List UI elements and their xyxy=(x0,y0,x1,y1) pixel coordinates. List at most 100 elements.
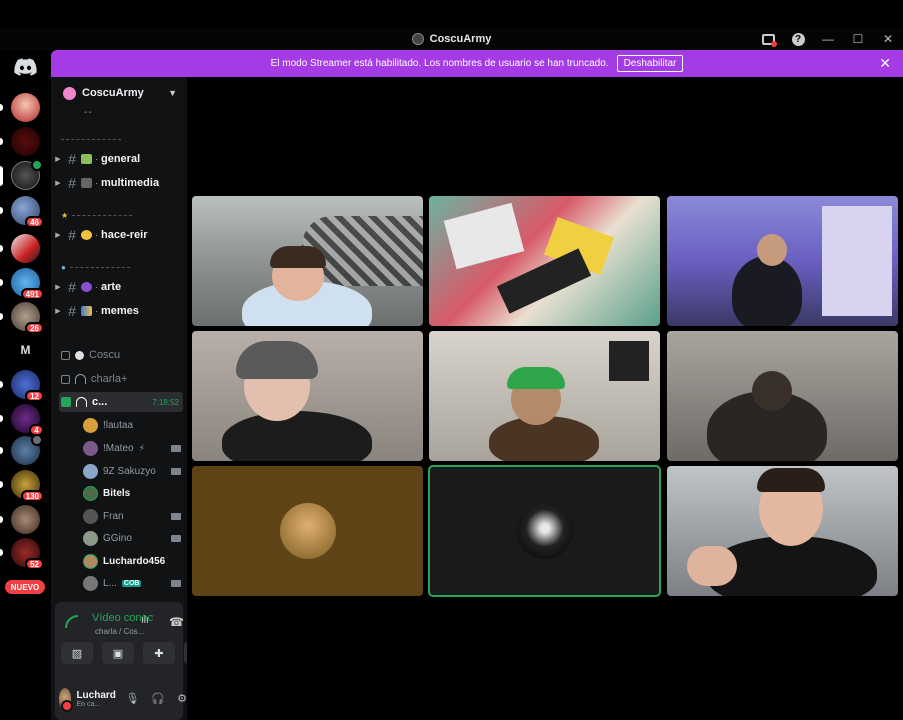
voice-member[interactable]: Bitels xyxy=(83,483,181,503)
camera-icon xyxy=(171,444,181,452)
member-name: !lautaa xyxy=(103,419,134,431)
server-letter-m[interactable]: M xyxy=(11,335,40,364)
video-tile-3[interactable] xyxy=(667,196,898,326)
microphone-icon[interactable]: 🎙 xyxy=(125,692,139,705)
voice-channel-charla[interactable]: charla+ xyxy=(61,369,181,389)
screen-share-button[interactable]: ▣ xyxy=(102,642,134,664)
category-hidden-3[interactable]: ● xyxy=(61,262,130,272)
channel-name: multimedia xyxy=(101,177,160,189)
maximize-button[interactable]: ☐ xyxy=(843,28,873,50)
channel-memes[interactable]: ▶ # · memes xyxy=(51,300,187,322)
server-header[interactable]: CoscuArmy ▼ xyxy=(51,77,187,109)
server-avatar-10[interactable]: 4 xyxy=(0,404,44,436)
unread-badge: 46 xyxy=(25,216,44,228)
camera-icon xyxy=(171,512,181,520)
disconnect-icon[interactable]: ☎ xyxy=(169,615,184,629)
server-avatar-7[interactable]: 26 xyxy=(0,302,44,334)
star-icon: ★ xyxy=(61,210,69,220)
user-name: Luchardo456 xyxy=(76,689,116,701)
video-tile-7-no-camera[interactable] xyxy=(192,466,423,596)
headphones-icon[interactable]: 🎧 xyxy=(151,692,165,705)
text-channel-icon: # xyxy=(68,175,76,191)
user-info[interactable]: Luchardo456 En ca... xyxy=(76,690,116,708)
participant-head xyxy=(757,234,787,266)
server-avatar-14[interactable]: 52 xyxy=(0,538,44,570)
member-name: 9Z Sakuzyo xyxy=(103,465,156,477)
help-icon: ? xyxy=(791,32,805,46)
avatar xyxy=(83,463,98,479)
user-avatar[interactable] xyxy=(59,687,74,712)
participant-avatar xyxy=(516,503,573,559)
category-hidden-2[interactable]: ★ xyxy=(61,210,133,220)
signal-icon[interactable] xyxy=(65,615,78,628)
voice-channel-name: c... xyxy=(92,396,108,408)
voice-member[interactable]: !lautaa xyxy=(83,415,181,435)
activities-button[interactable]: ✚ xyxy=(143,642,175,664)
server-avatar-13[interactable] xyxy=(0,505,40,534)
activities-icon: ✚ xyxy=(154,647,164,660)
voice-channel-coscu[interactable]: Coscu xyxy=(61,345,181,365)
server-avatar-2[interactable] xyxy=(0,127,40,156)
channel-hace-reir[interactable]: ▶ # · hace-reir xyxy=(51,224,187,246)
member-name: L... xyxy=(103,577,117,589)
avatar xyxy=(83,440,98,456)
video-tile-2[interactable] xyxy=(429,196,660,326)
participant-hand xyxy=(687,546,737,586)
channel-emoji-icon xyxy=(81,154,92,164)
server-name: CoscuArmy xyxy=(82,87,144,99)
channel-name: general xyxy=(101,153,141,165)
help-button[interactable]: ? xyxy=(783,28,813,50)
discord-home-icon[interactable] xyxy=(14,58,37,76)
server-avatar-12[interactable]: 130 xyxy=(0,470,44,502)
channel-arrow-icon: ▶ xyxy=(55,156,61,163)
channel-multimedia[interactable]: ▶ # · multimedia xyxy=(51,172,187,194)
video-grid xyxy=(187,77,903,720)
close-window-button[interactable]: ✕ xyxy=(873,28,903,50)
window-title-text: CoscuArmy xyxy=(429,33,492,45)
voice-member[interactable]: 9Z Sakuzyo xyxy=(83,461,181,481)
voice-member[interactable]: Luchardo456 xyxy=(83,551,181,571)
avatar xyxy=(83,530,98,546)
server-avatar-5[interactable] xyxy=(0,234,40,263)
channel-name: hace-reir xyxy=(101,229,148,241)
minimize-button[interactable]: — xyxy=(813,28,843,50)
noise-suppression-icon[interactable]: ılı xyxy=(141,615,149,626)
voice-channel-active[interactable]: c... 7:18:52 xyxy=(59,392,183,412)
server-avatar-6[interactable]: 491 xyxy=(0,268,44,300)
camera-off-button[interactable]: ▨ xyxy=(61,642,93,664)
video-tile-8-speaking[interactable] xyxy=(428,465,661,597)
channel-arte[interactable]: ▶ # · arte xyxy=(51,276,187,298)
server-avatar-11[interactable] xyxy=(0,434,43,465)
voice-member[interactable]: !Mateo ⚡ xyxy=(83,438,181,458)
server-mini-icon xyxy=(411,33,424,45)
lock-icon xyxy=(61,350,70,360)
voice-channel-path[interactable]: charla / Cos... xyxy=(95,627,155,636)
server-avatar-4[interactable]: 46 xyxy=(0,196,44,228)
avatar xyxy=(83,553,98,569)
banner-close-icon[interactable]: ✕ xyxy=(879,55,891,72)
server-avatar-1[interactable] xyxy=(0,93,40,122)
new-badge[interactable]: NUEVO xyxy=(5,580,45,594)
video-tile-9[interactable] xyxy=(667,466,898,596)
channel-general[interactable]: ▶ # · general xyxy=(51,148,187,170)
participant-body xyxy=(732,256,802,326)
disable-streamer-button[interactable]: Deshabilitar xyxy=(616,55,684,72)
voice-member[interactable]: L... COB xyxy=(83,573,181,593)
video-tile-6[interactable] xyxy=(667,331,898,461)
voice-member[interactable]: GGino xyxy=(83,528,181,548)
inbox-button[interactable] xyxy=(753,28,783,50)
member-name: Bitels xyxy=(103,487,131,499)
camera-off-icon: ▨ xyxy=(71,647,83,660)
video-tile-4[interactable] xyxy=(192,331,423,461)
headphones-icon xyxy=(76,397,87,407)
voice-member[interactable]: Fran xyxy=(83,506,181,526)
server-avatar-9[interactable]: 12 xyxy=(0,370,44,402)
channel-name: memes xyxy=(101,305,139,317)
participant-hair xyxy=(757,468,825,492)
server-avatar-coscuarmy[interactable] xyxy=(0,159,43,190)
category-hidden-1[interactable] xyxy=(61,134,121,144)
video-tile-5[interactable] xyxy=(429,331,660,461)
video-tile-1[interactable] xyxy=(192,196,423,326)
channel-arrow-icon: ▶ xyxy=(55,284,61,291)
settings-gear-icon[interactable]: ⚙ xyxy=(177,692,187,705)
